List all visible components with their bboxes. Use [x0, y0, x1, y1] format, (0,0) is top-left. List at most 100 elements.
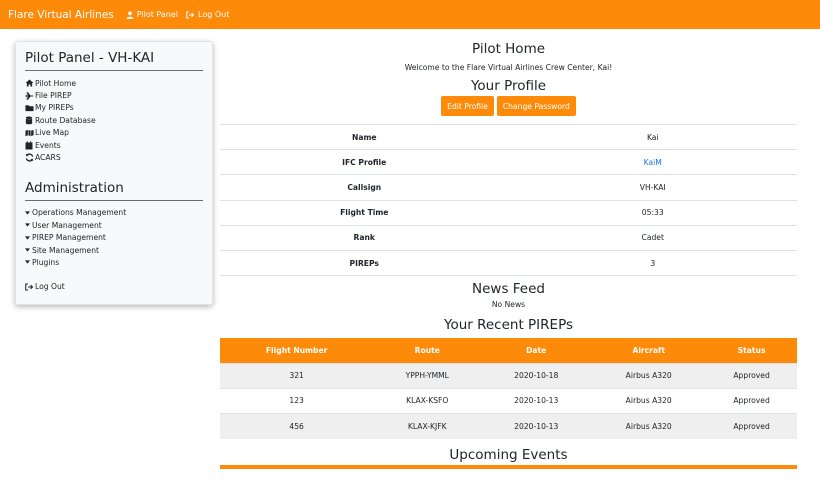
cell-aircraft: Airbus A320 [591, 387, 707, 414]
caret-down-icon [25, 236, 30, 240]
sidebar-item-label: User Management [32, 220, 102, 230]
profile-title: Your Profile [470, 78, 547, 94]
table-row: Flight Time 05:33 [220, 199, 797, 226]
table-row: Name Kai [220, 123, 797, 150]
table-row: Callsign VH-KAI [220, 174, 797, 201]
news-feed-title: News Feed [472, 281, 545, 298]
column-header-status: Status [706, 338, 797, 364]
sidebar-item-label: File PIREP [35, 91, 72, 101]
pilot-panel-link[interactable]: Pilot Panel [126, 10, 178, 19]
recent-pireps-table: Flight Number Route Date Aircraft Status… [220, 338, 797, 439]
cell-flight-number: 456 [220, 412, 374, 439]
sidebar-item-label: My PIREPs [35, 103, 74, 113]
table-header-row: Flight Number Route Date Aircraft Status [220, 338, 797, 364]
caret-down-icon [25, 248, 30, 252]
database-icon [25, 116, 33, 125]
profile-value-cell: KaiM [508, 149, 797, 175]
sidebar-item-label: Events [35, 140, 61, 150]
cell-aircraft: Airbus A320 [591, 412, 707, 439]
sidebar-item-pirep-management[interactable]: PIREP Management [25, 232, 203, 244]
sidebar-item-logout[interactable]: Log Out [25, 281, 203, 293]
sidebar-item-pilot-home[interactable]: Pilot Home [25, 77, 203, 89]
top-navbar: Flare Virtual Airlines Pilot Panel Log O… [0, 0, 820, 29]
cell-date: 2020-10-13 [481, 387, 592, 414]
caret-down-icon [25, 260, 30, 265]
profile-label: PIREPs [220, 249, 509, 277]
calendar-icon [25, 140, 33, 150]
table-row: IFC Profile KaiM [220, 149, 797, 175]
cell-route: KLAX-KJFK [373, 412, 482, 439]
column-header-aircraft: Aircraft [591, 338, 707, 364]
profile-label: Callsign [220, 174, 509, 201]
sign-out-icon [25, 283, 34, 291]
sidebar-item-label: PIREP Management [32, 233, 106, 243]
sidebar-item-label: Operations Management [32, 208, 127, 218]
events-table-header [220, 464, 797, 469]
caret-down-icon [25, 223, 30, 227]
cell-aircraft: Airbus A320 [591, 362, 707, 389]
change-password-button[interactable]: Change Password [496, 96, 576, 116]
profile-table: Name Kai IFC Profile KaiM Callsign VH-KA… [220, 123, 797, 277]
home-icon [25, 79, 34, 87]
cell-date: 2020-10-13 [481, 412, 592, 439]
sidebar-logout-list: Log Out [25, 281, 203, 293]
pilot-panel-label: Pilot Panel [136, 10, 179, 19]
sidebar-item-my-pireps[interactable]: My PIREPs [25, 102, 203, 114]
profile-label: Name [220, 123, 509, 150]
sign-out-icon [186, 10, 195, 19]
brand-link[interactable]: Flare Virtual Airlines [8, 9, 114, 21]
user-icon [126, 11, 134, 19]
profile-label: Flight Time [220, 199, 509, 226]
profile-label: IFC Profile [220, 149, 509, 175]
sidebar-item-live-map[interactable]: Live Map [25, 127, 203, 139]
table-row: 456 KLAX-KJFK 2020-10-13 Airbus A320 App… [220, 412, 797, 439]
cell-flight-number: 321 [220, 362, 374, 389]
news-empty-message: No News [491, 300, 526, 310]
profile-value: VH-KAI [508, 174, 797, 201]
sidebar-item-events[interactable]: Events [25, 139, 203, 151]
profile-value: 05:33 [508, 199, 797, 226]
logout-link[interactable]: Log Out [186, 10, 229, 19]
table-row: 123 KLAX-KSFO 2020-10-13 Airbus A320 App… [220, 387, 797, 414]
sidebar-item-plugins[interactable]: Plugins [25, 256, 203, 268]
cell-flight-number: 123 [220, 387, 374, 414]
table-row: 321 YPPH-YMML 2020-10-18 Airbus A320 App… [220, 362, 797, 389]
profile-actions: Edit Profile Change Password [220, 96, 797, 116]
sidebar-item-operations-management[interactable]: Operations Management [25, 207, 203, 219]
sidebar-item-label: Live Map [35, 128, 69, 138]
sidebar-item-label: Pilot Home [35, 78, 77, 88]
edit-profile-button[interactable]: Edit Profile [441, 96, 494, 116]
table-row: PIREPs 3 [220, 249, 797, 277]
main-content: Pilot Home Welcome to the Flare Virtual … [220, 29, 797, 469]
sidebar-item-user-management[interactable]: User Management [25, 219, 203, 231]
sidebar: Pilot Panel - VH-KAI Pilot Home File PIR… [15, 41, 213, 305]
pilot-nav-list: Pilot Home File PIREP My PIREPs Route Da… [25, 77, 203, 164]
admin-nav-list: Operations Management User Management PI… [25, 207, 203, 269]
sidebar-item-label: Route Database [35, 115, 96, 125]
profile-value: 3 [508, 249, 797, 277]
sidebar-item-label: Plugins [32, 257, 60, 267]
profile-label: Rank [220, 224, 509, 251]
cell-status: Approved [706, 362, 797, 389]
sidebar-item-route-database[interactable]: Route Database [25, 114, 203, 126]
column-header-flight-number: Flight Number [220, 338, 374, 364]
cell-route: YPPH-YMML [373, 362, 482, 389]
cell-status: Approved [706, 412, 797, 439]
cell-date: 2020-10-18 [481, 362, 592, 389]
ifc-profile-link[interactable]: KaiM [644, 158, 662, 167]
profile-value: Kai [508, 123, 797, 150]
sidebar-title: Pilot Panel - VH-KAI [25, 50, 203, 71]
upcoming-events-title: Upcoming Events [449, 446, 568, 463]
sidebar-item-site-management[interactable]: Site Management [25, 244, 203, 256]
sidebar-item-label: Site Management [32, 245, 100, 255]
plane-icon [25, 91, 34, 100]
sidebar-item-label: ACARS [35, 153, 61, 163]
welcome-message: Welcome to the Flare Virtual Airlines Cr… [404, 63, 613, 72]
sidebar-item-label: Log Out [35, 282, 65, 292]
column-header-route: Route [373, 338, 482, 364]
profile-value: Cadet [508, 224, 797, 251]
caret-down-icon [25, 211, 30, 215]
sidebar-item-acars[interactable]: ACARS [25, 151, 203, 163]
cell-route: KLAX-KSFO [373, 387, 482, 414]
sidebar-item-file-pirep[interactable]: File PIREP [25, 89, 203, 101]
